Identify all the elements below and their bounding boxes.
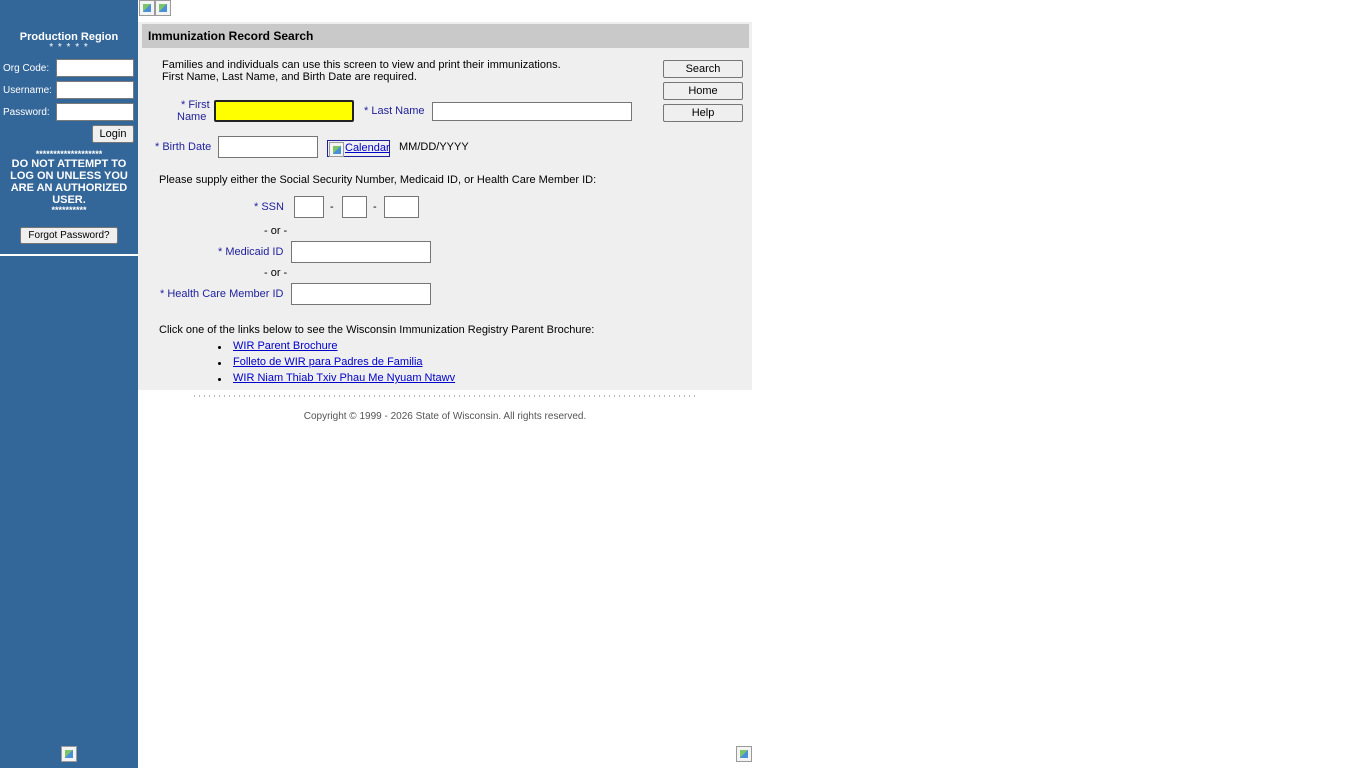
intro-line-2: First Name, Last Name, and Birth Date ar…: [162, 71, 417, 83]
first-name-input[interactable]: [214, 100, 354, 122]
footer-divider: [192, 394, 695, 398]
copyright-text: Copyright © 1999 - 2026 State of Wiscons…: [303, 411, 587, 422]
sidebar-footer-image: [61, 746, 77, 762]
hmong-brochure-link[interactable]: WIR Niam Thiab Txiv Phau Me Nyuam Ntawv: [233, 372, 455, 384]
home-button[interactable]: Home: [663, 82, 743, 100]
list-bullet: [218, 378, 221, 381]
warning-stars-top: *******************: [35, 149, 103, 159]
org-code-input[interactable]: [56, 59, 134, 77]
date-format-hint: MM/DD/YYYY: [399, 141, 469, 153]
page-header: Immunization Record Search: [142, 24, 749, 48]
medicaid-id-input[interactable]: [291, 241, 431, 263]
warning-line-2: LOG ON UNLESS YOU: [10, 170, 128, 182]
list-bullet: [218, 362, 221, 365]
health-care-member-id-label: * Health Care Member ID: [160, 288, 284, 300]
username-label: Username:: [3, 85, 52, 96]
id-instructions: Please supply either the Social Security…: [159, 174, 597, 186]
login-button[interactable]: Login: [92, 125, 134, 143]
password-input[interactable]: [56, 103, 134, 121]
spanish-brochure-link[interactable]: Folleto de WIR para Padres de Familia: [233, 356, 423, 368]
warning-line-1: DO NOT ATTEMPT TO: [11, 158, 127, 170]
calendar-icon: [329, 142, 344, 157]
last-name-label: * Last Name: [364, 105, 425, 117]
warning-stars-bottom: **********: [51, 205, 87, 215]
ssn-dash-2: -: [373, 201, 377, 213]
list-bullet: [218, 346, 221, 349]
login-sidebar: Production Region * * * * * Org Code: Us…: [0, 0, 138, 768]
page-title: Immunization Record Search: [148, 29, 314, 43]
medicaid-id-label: * Medicaid ID: [218, 246, 284, 258]
first-name-label: * First: [181, 99, 210, 111]
ssn-part-1-input[interactable]: [294, 196, 324, 218]
banner-image-right: [155, 0, 171, 16]
username-input[interactable]: [56, 81, 134, 99]
ssn-part-2-input[interactable]: [342, 196, 367, 218]
ssn-label: * SSN: [254, 201, 284, 213]
first-name-label-2: Name: [177, 111, 207, 123]
last-name-input[interactable]: [432, 102, 632, 121]
org-code-label: Org Code:: [3, 63, 50, 74]
calendar-button[interactable]: Calendar: [327, 140, 390, 157]
search-button[interactable]: Search: [663, 60, 743, 78]
ssn-dash-1: -: [330, 201, 334, 213]
footer-image: [736, 746, 752, 762]
sidebar-divider: [0, 254, 138, 256]
unauthorized-warning: ******************* DO NOT ATTEMPT TO LO…: [0, 149, 138, 215]
forgot-password-button[interactable]: Forgot Password?: [20, 227, 118, 244]
or-separator-2: - or -: [264, 267, 288, 279]
help-button[interactable]: Help: [663, 104, 743, 122]
intro-line-1: Families and individuals can use this sc…: [162, 59, 561, 71]
region-stars: * * * * *: [49, 42, 89, 53]
birth-date-input[interactable]: [218, 136, 318, 158]
banner-image-left: [139, 0, 155, 16]
warning-line-3: ARE AN AUTHORIZED: [10, 182, 128, 194]
health-care-member-id-input[interactable]: [291, 283, 431, 305]
or-separator-1: - or -: [264, 225, 288, 237]
brochure-instructions: Click one of the links below to see the …: [159, 324, 595, 336]
wir-parent-brochure-link[interactable]: WIR Parent Brochure: [233, 340, 338, 352]
birth-date-label: * Birth Date: [155, 141, 212, 153]
password-label: Password:: [3, 107, 50, 118]
ssn-part-3-input[interactable]: [384, 196, 419, 218]
calendar-link[interactable]: Calendar: [345, 142, 390, 154]
